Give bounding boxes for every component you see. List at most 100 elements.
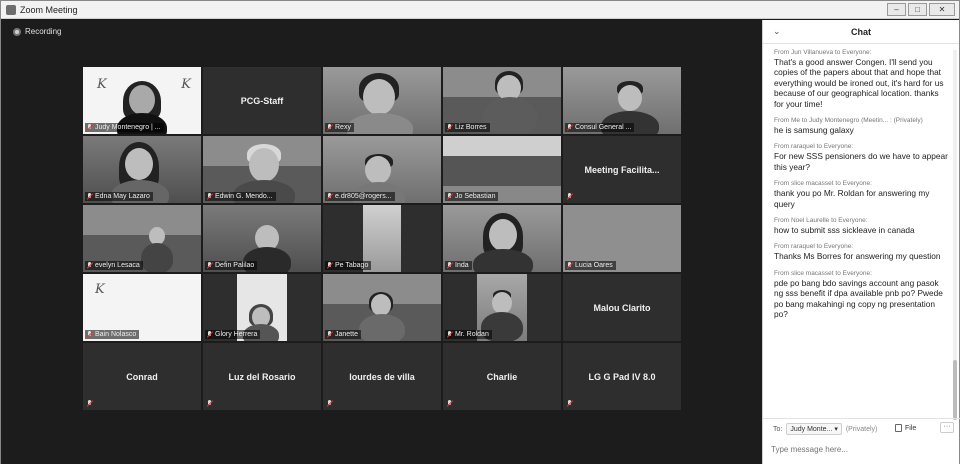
participant-name-label: Consul General ... xyxy=(565,123,635,132)
mic-muted-icon xyxy=(87,124,93,131)
participant-tile[interactable]: Janette xyxy=(323,274,441,341)
participant-tile[interactable]: lourdes de villa xyxy=(323,343,441,410)
recipient-select[interactable]: Judy Monte... ▾ xyxy=(786,423,842,435)
message-sender: From Me to Judy Montenegro (Meetin... : … xyxy=(774,117,923,125)
mic-muted-icon xyxy=(207,193,213,200)
mic-muted-icon xyxy=(327,331,333,338)
participant-tile[interactable]: Charlie xyxy=(443,343,561,410)
message-text: That's a good answer Congen. I'll send y… xyxy=(774,57,944,109)
participant-name-label: Glory Herrera xyxy=(205,330,261,339)
participant-name: Malou Clarito xyxy=(593,302,651,313)
participant-name-label: Jo Sebastian xyxy=(445,192,499,201)
participant-name-label: Edwin G. Mendo... xyxy=(205,192,276,201)
mic-muted-icon xyxy=(327,262,333,269)
participant-name-label: Pe Tabago xyxy=(325,261,372,270)
close-button[interactable]: ✕ xyxy=(929,3,955,16)
participant-name: LG G Pad IV 8.0 xyxy=(588,371,656,382)
participant-tile[interactable]: K K Judy Montenegro | ... xyxy=(83,67,201,134)
mic-muted-icon xyxy=(327,193,333,200)
message-text: pde po bang bdo savings account ang paso… xyxy=(774,277,943,320)
chat-message: From slice macasset to Everyone: thank y… xyxy=(774,179,949,209)
message-text: Thanks Ms Borres for answering my questi… xyxy=(774,251,941,262)
chat-scrollbar[interactable] xyxy=(953,50,957,420)
window-title: Zoom Meeting xyxy=(20,4,78,15)
chat-messages: From Jun Villanueva to Everyone: That's … xyxy=(763,48,953,420)
participant-tile[interactable]: Lucia Oares xyxy=(563,205,681,272)
participant-name: Charlie xyxy=(486,371,518,382)
mic-muted-icon xyxy=(87,193,93,200)
chat-message: From raraquel to Everyone: For new SSS p… xyxy=(774,142,949,172)
message-sender: From raraquel to Everyone: xyxy=(774,143,854,151)
maximize-button[interactable]: □ xyxy=(908,3,927,16)
participant-tile[interactable]: Rexy xyxy=(323,67,441,134)
participant-tile[interactable]: Jo Sebastian xyxy=(443,136,561,203)
participant-name-label: Janette xyxy=(325,330,361,339)
chat-message: From Noel Laurelle to Everyone: how to s… xyxy=(774,216,949,235)
participant-name: Meeting Facilita... xyxy=(584,164,660,175)
mic-muted-icon xyxy=(87,400,93,407)
participant-tile[interactable]: Edwin G. Mendo... xyxy=(203,136,321,203)
mic-muted-icon xyxy=(87,262,93,269)
participant-tile[interactable]: LG G Pad IV 8.0 xyxy=(563,343,681,410)
chat-message: From slice macasset to Everyone: pde po … xyxy=(774,269,949,320)
chat-message: From raraquel to Everyone: Thanks Ms Bor… xyxy=(774,242,949,261)
message-sender: From Noel Laurelle to Everyone: xyxy=(774,217,868,225)
participant-tile[interactable]: Defin Palilao xyxy=(203,205,321,272)
scrollbar-thumb[interactable] xyxy=(953,360,957,420)
participant-tile[interactable]: Inda xyxy=(443,205,561,272)
participant-name-label: evelyn Lesaca xyxy=(85,261,143,270)
participant-tile[interactable]: e.dr805@rogers... xyxy=(323,136,441,203)
mic-muted-icon xyxy=(567,400,573,407)
participant-name: Luz del Rosario xyxy=(228,371,296,382)
participant-name: Conrad xyxy=(126,371,158,382)
mic-muted-icon xyxy=(87,331,93,338)
participant-tile[interactable]: Liz Borres xyxy=(443,67,561,134)
participant-tile[interactable]: Luz del Rosario xyxy=(203,343,321,410)
chat-header: ⌄ Chat xyxy=(763,20,959,44)
file-button[interactable]: File xyxy=(895,424,916,432)
mic-muted-icon xyxy=(447,193,453,200)
minimize-button[interactable]: – xyxy=(887,3,906,16)
to-label: To: xyxy=(773,425,783,433)
message-text: how to submit sss sickleave in canada xyxy=(774,225,915,236)
participant-name-label: Lucia Oares xyxy=(565,261,616,270)
recording-label: Recording xyxy=(25,27,62,36)
participant-tile[interactable]: Meeting Facilita... xyxy=(563,136,681,203)
participant-tile[interactable]: Edna May Lazaro xyxy=(83,136,201,203)
mic-muted-icon xyxy=(447,331,453,338)
message-text: thank you po Mr. Roldan for answering my… xyxy=(774,188,930,209)
chat-message-input[interactable] xyxy=(771,441,951,457)
mic-muted-icon xyxy=(207,331,213,338)
message-sender: From raraquel to Everyone: xyxy=(774,243,854,251)
message-text: he is samsung galaxy xyxy=(774,125,854,136)
participant-tile[interactable]: evelyn Lesaca xyxy=(83,205,201,272)
message-sender: From slice macasset to Everyone: xyxy=(774,269,872,277)
more-options-button[interactable]: ··· xyxy=(940,422,954,433)
participant-name: PCG-Staff xyxy=(240,95,284,106)
mic-muted-icon xyxy=(567,124,573,131)
zoom-app-icon xyxy=(6,4,16,15)
chat-panel: ⌄ Chat From Jun Villanueva to Everyone: … xyxy=(762,20,960,464)
participant-name-label: Judy Montenegro | ... xyxy=(85,123,164,132)
participant-tile[interactable]: K Bain Nolasco xyxy=(83,274,201,341)
mic-muted-icon xyxy=(207,400,213,407)
window-controls: – □ ✕ xyxy=(887,3,955,16)
participant-tile[interactable]: Mr. Roldan xyxy=(443,274,561,341)
participant-tile[interactable]: PCG-Staff xyxy=(203,67,321,134)
mic-muted-icon xyxy=(327,400,333,407)
recording-dot-icon xyxy=(13,27,21,36)
video-stage: Recording K K Judy Montenegro | ... PCG-… xyxy=(1,20,762,464)
participant-tile[interactable]: Pe Tabago xyxy=(323,205,441,272)
participant-tile[interactable]: Consul General ... xyxy=(563,67,681,134)
participant-tile[interactable]: Conrad xyxy=(83,343,201,410)
gallery-grid: K K Judy Montenegro | ... PCG-Staff Rexy xyxy=(83,67,685,411)
chat-message: From Me to Judy Montenegro (Meetin... : … xyxy=(774,116,949,135)
mic-muted-icon xyxy=(207,262,213,269)
mic-muted-icon xyxy=(447,262,453,269)
participant-name-label: Bain Nolasco xyxy=(85,330,140,339)
file-icon xyxy=(895,424,902,432)
message-text: For new SSS pensioners do we have to app… xyxy=(774,151,948,172)
participant-tile[interactable]: Malou Clarito xyxy=(563,274,681,341)
participant-name-label: Rexy xyxy=(325,123,354,132)
participant-tile[interactable]: Glory Herrera xyxy=(203,274,321,341)
